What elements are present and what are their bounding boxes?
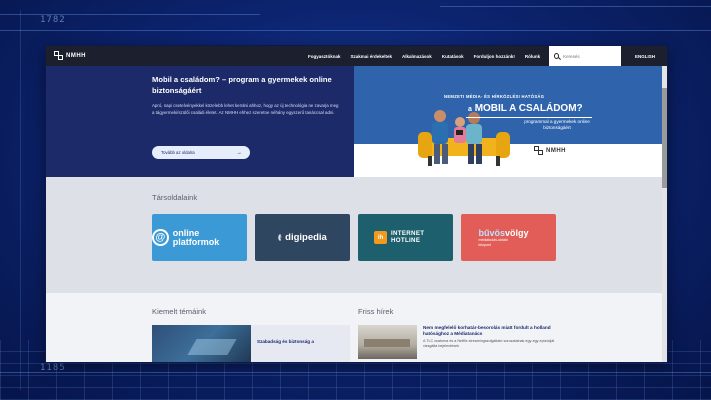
partner-sites-section: Társoldalaink @ online platformok ((· di… [46,177,667,293]
backdrop-line [0,14,260,15]
news-item[interactable]: Nem megfelelő korhatár-besorolás miatt f… [358,325,558,359]
tile-sublabel: médiatudás-oktató központ [478,238,509,247]
banner-title: a MOBIL A CSALÁDOM? [468,103,583,114]
featured-topics: Kiemelt témáink Szabadság és biztonság a [152,307,350,362]
banner-title-text: MOBIL A CSALÁDOM? [474,103,583,114]
banner-subtitle: programmal a gyermekek online biztonságá… [524,119,590,130]
news-excerpt: A TLC csatorna és a Netflix streamingszo… [423,339,555,349]
hero-section: Mobil a családom? – program a gyermekek … [46,66,667,177]
news-headline[interactable]: Nem megfelelő korhatár-besorolás miatt f… [423,325,558,337]
tile-label: online platformok [172,227,220,247]
backdrop-line [440,6,711,7]
buvos-volgy-logo: bűvösvölgy médiatudás-oktató központ [478,228,528,247]
nmhh-logo-icon [534,146,544,156]
tile-internet-hotline[interactable]: ih INTERNET HOTLINE [358,214,453,261]
nav-item-szakmai-erdekeltek[interactable]: Szakmai érdekeltek [351,54,393,59]
partner-tiles: @ online platformok ((· digipedia ih INT… [152,214,667,261]
scrollbar-thumb[interactable] [662,88,667,188]
nmhh-logo-icon [54,51,64,61]
page-scrollbar[interactable] [662,66,667,362]
arrow-right-icon: → [236,149,242,156]
banner-title-prefix: a [468,106,472,113]
ih-badge-icon: ih [374,231,387,244]
tile-online-platformok[interactable]: @ online platformok [152,214,247,261]
news-thumbnail [358,325,417,359]
tile-label-part: völgy [505,228,529,239]
content-section: Kiemelt témáink Szabadság és biztonság a… [46,293,667,362]
hero-panel: Mobil a családom? – program a gyermekek … [46,66,354,177]
signal-waves-icon: ((· [278,234,282,241]
site-header: NMHH Fogyasztóknak Szakmai érdekeltek Al… [46,46,667,66]
at-sign-icon: @ [152,229,169,246]
partners-title: Társoldalaink [152,193,198,202]
search-icon[interactable] [554,53,560,59]
featured-card[interactable]: Szabadság és biztonság a [152,325,350,362]
banner-logo-text: NMHH [546,148,566,154]
tile-label: INTERNET HOTLINE [391,230,425,244]
tile-label-part: bűvös [478,228,505,239]
site-logo[interactable]: NMHH [54,51,308,61]
banner-kicker: NEMZETI MÉDIA- ÉS HÍRKÖZLÉSI HATÓSÁG [444,94,545,99]
tile-label: bűvösvölgy [478,228,528,238]
featured-card-title: Szabadság és biztonság a [251,325,350,362]
news-title: Friss hírek [358,307,394,316]
nav-item-kutatasok[interactable]: Kutatások [442,54,464,59]
hero-title: Mobil a családom? – program a gyermekek … [152,75,332,95]
hero-text: Apró, napi csetelvényekkel közelebb lehe… [152,103,339,115]
tile-label: digipedia [285,232,327,243]
tile-digipedia[interactable]: ((· digipedia [255,214,350,261]
nav-item-forduljon-hozzank[interactable]: Forduljon hozzánk! [474,54,515,59]
search-input[interactable] [563,53,622,59]
backdrop-line [20,10,21,390]
hero-more-button[interactable]: Tovább az oldalra → [152,146,250,159]
logo-text: NMHH [66,53,86,59]
news-body: Nem megfelelő korhatár-besorolás miatt f… [423,325,558,359]
nav-item-alkalmazasok[interactable]: Alkalmazások [402,54,432,59]
latest-news: Friss hírek Nem megfelelő korhatár-besor… [358,307,558,362]
nav-item-rolunk[interactable]: Rólunk [525,54,540,59]
website-window: NMHH Fogyasztóknak Szakmai érdekeltek Al… [46,46,667,362]
featured-title: Kiemelt témáink [152,307,207,316]
language-switch[interactable]: ENGLISH [635,54,667,59]
hero-button-label: Tovább az oldalra [161,150,195,155]
hero-banner[interactable]: NEMZETI MÉDIA- ÉS HÍRKÖZLÉSI HATÓSÁG a M… [354,66,667,177]
banner-divider [466,117,592,118]
backdrop-line [0,30,711,31]
main-nav: Fogyasztóknak Szakmai érdekeltek Alkalma… [308,54,540,59]
banner-logo: NMHH [534,146,566,156]
backdrop-number: 1782 [40,15,66,25]
nav-item-fogyasztoknak[interactable]: Fogyasztóknak [308,54,341,59]
featured-image [152,325,251,362]
tile-buvos-volgy[interactable]: bűvösvölgy médiatudás-oktató központ [461,214,556,261]
search-box [549,46,622,66]
